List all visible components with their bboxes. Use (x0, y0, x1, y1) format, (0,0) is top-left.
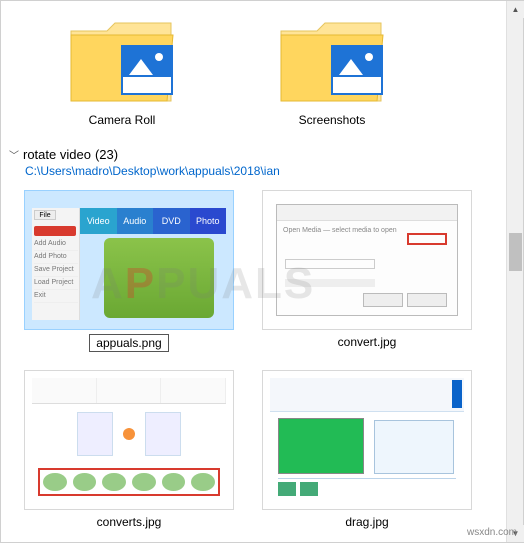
file-label: converts.jpg (91, 514, 168, 530)
folder-label: Camera Roll (89, 113, 156, 127)
group-count: (23) (95, 147, 118, 162)
thumbnail: Open Media — select media to open (262, 190, 472, 330)
thumbnail (24, 370, 234, 510)
file-item-appuals[interactable]: File Add AudioAdd PhotoSave ProjectLoad … (19, 190, 239, 352)
folders-row: Camera Roll Screenshots (7, 7, 507, 137)
folder-item-screenshots[interactable]: Screenshots (257, 15, 407, 127)
group-header[interactable]: ﹀ rotate video (23) (9, 147, 507, 162)
group-path: C:\Users\madro\Desktop\work\appuals\2018… (25, 164, 507, 178)
chevron-down-icon: ﹀ (9, 147, 19, 162)
thumbnail: File Add AudioAdd PhotoSave ProjectLoad … (24, 190, 234, 330)
folder-item-camera-roll[interactable]: Camera Roll (47, 15, 197, 127)
thumbnail (262, 370, 472, 510)
group-name: rotate video (23, 147, 91, 162)
file-label: drag.jpg (339, 514, 394, 530)
scroll-thumb[interactable] (509, 233, 522, 271)
file-item-convert[interactable]: Open Media — select media to open conver… (257, 190, 477, 352)
attribution-text: wsxdn.com (467, 527, 517, 538)
scroll-track[interactable] (507, 18, 523, 525)
folder-label: Screenshots (299, 113, 366, 127)
folder-icon (277, 15, 387, 107)
scroll-up-button[interactable]: ▲ (507, 1, 524, 18)
file-item-drag[interactable]: drag.jpg (257, 370, 477, 530)
file-label: convert.jpg (332, 334, 403, 350)
vertical-scrollbar[interactable]: ▲ ▼ (506, 1, 523, 542)
thumbnail-grid: File Add AudioAdd PhotoSave ProjectLoad … (7, 184, 507, 536)
file-pane[interactable]: Camera Roll Screenshots ﹀ rotate video (… (1, 1, 507, 542)
file-item-converts[interactable]: converts.jpg (19, 370, 239, 530)
folder-icon (67, 15, 177, 107)
file-label: appuals.png (89, 334, 168, 352)
